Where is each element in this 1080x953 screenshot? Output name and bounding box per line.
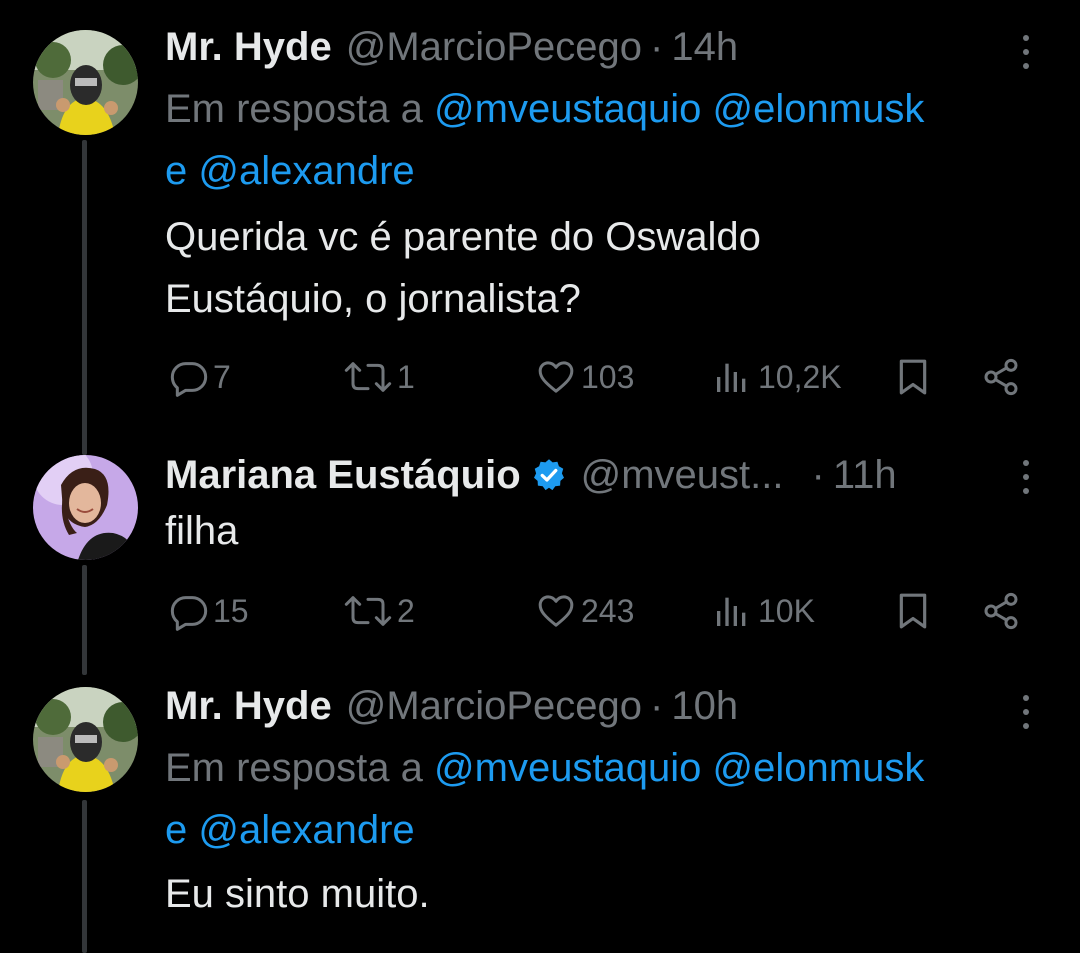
author-handle[interactable]: @MarcioPecego [346,684,642,729]
tweet-actions: 7 1 103 10,2K [165,352,1045,402]
tweet-text: Eu sinto muito. [165,863,1045,925]
retweet-count: 2 [397,592,415,629]
retweet-button[interactable]: 1 [343,352,415,402]
tweet[interactable]: Mariana Eustáquio @mveust... · 11h filha… [0,440,1080,665]
more-dots-icon [1023,35,1029,69]
author-name[interactable]: Mariana Eustáquio [165,453,521,498]
more-dots-icon [1023,695,1029,729]
tweet-text-line: Eustáquio, o jornalista? [165,277,581,321]
timestamp[interactable]: 11h [833,453,897,498]
tweet-header: Mr. Hyde @MarcioPecego · 14h [165,22,738,72]
author-handle[interactable]: @mveust... [581,453,784,498]
like-button[interactable]: 243 [535,586,634,636]
reply-conjunction: e [165,808,188,852]
more-options-button[interactable] [1014,692,1038,732]
tweet-text: Querida vc é parente do Oswaldo Eustáqui… [165,206,1045,330]
bookmark-button[interactable] [893,352,937,402]
verified-badge-icon [531,457,567,493]
tweet[interactable]: Mr. Hyde @MarcioPecego · 14h Em resposta… [0,0,1080,440]
mention-link[interactable]: @alexandre [198,149,414,193]
reply-count: 7 [213,358,231,395]
retweet-icon [344,362,392,392]
separator-dot: · [650,683,664,728]
reply-button[interactable]: 15 [169,586,249,636]
timestamp[interactable]: 14h [671,25,738,70]
mention-link[interactable]: @mveustaquio [434,87,701,131]
tweet-text-line: filha [165,509,239,553]
like-count: 103 [581,358,635,395]
share-icon [984,592,1018,630]
more-options-button[interactable] [1014,457,1038,497]
views-count: 10,2K [758,358,842,395]
reply-icon [170,596,208,631]
bookmark-icon [899,593,927,629]
bookmark-icon [899,359,927,395]
mention-link[interactable]: @alexandre [198,808,414,852]
reply-button[interactable]: 7 [169,352,231,402]
views-chart-icon [717,597,746,626]
reply-context: Em resposta a @mveustaquio @elonmusk e @… [165,78,1065,202]
reply-count: 15 [213,592,249,629]
reply-context: Em resposta a @mveustaquio @elonmusk e @… [165,737,1065,861]
heart-icon [538,361,574,393]
like-button[interactable]: 103 [535,352,634,402]
author-handle[interactable]: @MarcioPecego [346,25,642,70]
more-dots-icon [1023,460,1029,494]
share-icon [984,358,1018,396]
views-button[interactable]: 10K [710,586,815,636]
tweet-header: Mr. Hyde @MarcioPecego · 10h [165,681,738,731]
avatar-photo-icon [33,455,138,560]
heart-icon [538,595,574,627]
retweet-button[interactable]: 2 [343,586,415,636]
reply-icon [170,362,208,397]
reply-prefix: Em resposta a [165,87,423,131]
retweet-count: 1 [397,358,415,395]
mention-link[interactable]: @mveustaquio [434,746,701,790]
avatar-photo-icon [33,30,138,135]
tweet-text-line: Querida vc é parente do Oswaldo [165,215,761,259]
separator-dot: · [650,24,664,69]
views-count: 10K [758,592,815,629]
views-button[interactable]: 10,2K [710,352,842,402]
tweet[interactable]: Mr. Hyde @MarcioPecego · 10h Em resposta… [0,665,1080,953]
avatar[interactable] [33,687,138,792]
tweet-header: Mariana Eustáquio @mveust... · 11h [165,450,897,500]
avatar[interactable] [33,455,138,560]
tweet-actions: 15 2 243 10K [165,586,1045,636]
bookmark-button[interactable] [893,586,937,636]
reply-conjunction: e [165,149,188,193]
share-button[interactable] [981,352,1025,402]
timestamp[interactable]: 10h [671,684,738,729]
avatar-photo-icon [33,687,138,792]
author-name[interactable]: Mr. Hyde [165,684,332,729]
views-chart-icon [717,363,746,392]
more-options-button[interactable] [1014,32,1038,72]
mention-link[interactable]: @elonmusk [713,87,925,131]
reply-prefix: Em resposta a [165,746,423,790]
separator-dot: · [811,452,825,497]
like-count: 243 [581,592,635,629]
avatar[interactable] [33,30,138,135]
author-name[interactable]: Mr. Hyde [165,25,332,70]
tweet-text-line: Eu sinto muito. [165,872,430,916]
tweet-text: filha [165,500,1045,562]
mention-link[interactable]: @elonmusk [713,746,925,790]
retweet-icon [344,596,392,626]
share-button[interactable] [981,586,1025,636]
